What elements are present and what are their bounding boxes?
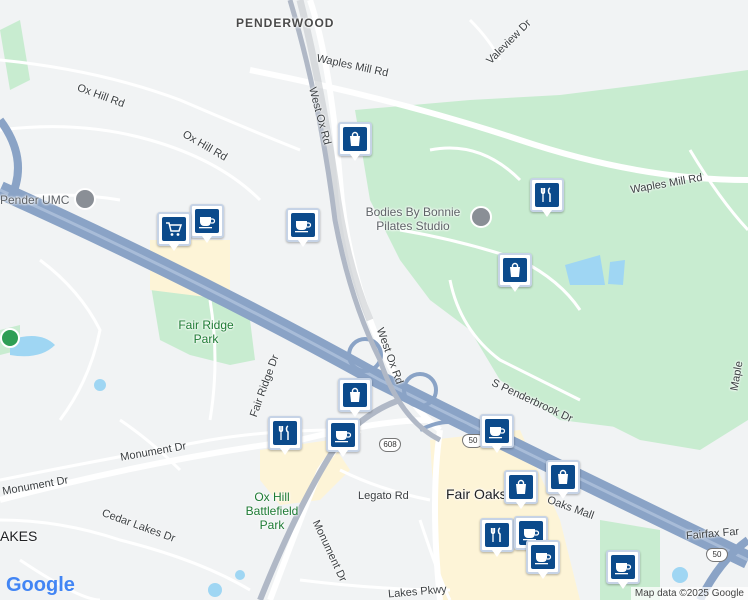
park-label: Ox Hill Battlefield Park (245, 490, 299, 532)
place-label: AKES (0, 528, 38, 544)
shopping-cart-icon (162, 217, 186, 241)
coffee-icon (611, 555, 635, 579)
map-attribution: Map data ©2025 Google (630, 587, 748, 600)
map-pin[interactable] (326, 418, 360, 458)
coffee-icon (485, 419, 509, 443)
map-pin[interactable] (480, 414, 514, 454)
shopping-bag-icon (343, 127, 367, 151)
map-pin[interactable] (338, 378, 372, 418)
google-logo-text: Google (6, 574, 75, 596)
neighborhood-label: PENDERWOOD (236, 16, 335, 30)
coffee-icon (531, 545, 555, 569)
map-pin[interactable] (526, 540, 560, 580)
map-canvas[interactable]: PENDERWOOD Waples Mill Rd Waples Mill Rd… (0, 0, 748, 600)
place-label: Fair Oaks (446, 486, 507, 502)
map-pin[interactable] (480, 518, 514, 558)
map-pin[interactable] (338, 122, 372, 162)
shopping-bag-icon (503, 258, 527, 282)
map-pin[interactable] (286, 208, 320, 248)
restaurant-icon (485, 523, 509, 547)
coffee-icon (331, 423, 355, 447)
shopping-bag-icon (343, 383, 367, 407)
map-pin[interactable] (546, 460, 580, 500)
restaurant-icon (535, 183, 559, 207)
shopping-bag-icon (509, 475, 533, 499)
park-label: Fair Ridge Park (178, 318, 234, 346)
poi-marker-icon[interactable] (470, 206, 492, 228)
coffee-icon (195, 209, 219, 233)
route-shield-icon: 608 (379, 438, 401, 452)
map-pin[interactable] (268, 416, 302, 456)
route-shield-icon: 50 (706, 548, 728, 562)
map-pin[interactable] (157, 212, 191, 252)
shopping-bag-icon (551, 465, 575, 489)
road-label: Legato Rd (358, 490, 409, 502)
map-pin[interactable] (606, 550, 640, 590)
park-tree-icon[interactable] (0, 328, 20, 348)
map-pin[interactable] (190, 204, 224, 244)
map-pin[interactable] (498, 253, 532, 293)
restaurant-icon (273, 421, 297, 445)
poi-label[interactable]: Bodies By Bonnie Pilates Studio (357, 205, 469, 233)
coffee-icon (291, 213, 315, 237)
map-pin[interactable] (530, 178, 564, 218)
poi-label[interactable]: Pender UMC (0, 193, 69, 207)
church-icon[interactable] (74, 188, 96, 210)
map-pin[interactable] (504, 470, 538, 510)
google-logo: Google (6, 574, 75, 597)
